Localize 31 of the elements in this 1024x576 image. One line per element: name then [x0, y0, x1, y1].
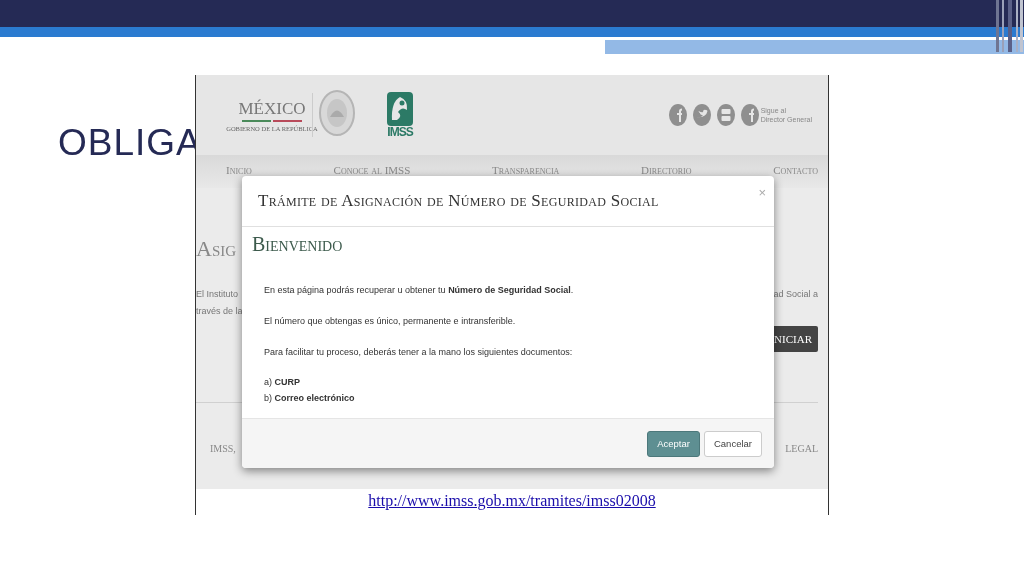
seal-icon: [319, 90, 355, 136]
page-link[interactable]: http://www.imss.gob.mx/tramites/imss02008: [368, 492, 656, 510]
footer-text: LEGAL: [785, 443, 818, 454]
twitter-icon[interactable]: [692, 104, 711, 126]
nav-link[interactable]: Contacto: [773, 164, 818, 176]
dialog-paragraph: Para facilitar tu proceso, deberás tener a la mano los siguientes documentos:: [264, 346, 574, 359]
nav-link[interactable]: Conoce al IMSS: [333, 164, 411, 176]
accept-button[interactable]: Aceptar: [647, 430, 700, 457]
facebook-icon[interactable]: [740, 104, 759, 126]
dialog-title: Trámite de Asignación de Número de Seguridad Social: [258, 191, 659, 211]
cancel-button[interactable]: Cancelar: [703, 430, 762, 457]
eagle-logo-icon: [387, 92, 413, 126]
welcome-heading: Bienvenido: [252, 233, 344, 256]
stripes-decoration: [994, 0, 1024, 52]
document-item: b) Correo electrónico: [264, 392, 356, 405]
intro-text: ad Social a: [773, 288, 818, 301]
intro-text: El Instituto: [196, 288, 240, 301]
dialog-paragraph: En esta página podrás recuperar u obtener tu Número de Seguridad Social.: [264, 284, 575, 297]
brand-name: MÉXICO: [238, 98, 306, 119]
footer-text: IMSS,: [210, 443, 236, 454]
slide-title: OBLIGA: [58, 122, 202, 164]
document-item: a) CURP: [264, 376, 302, 389]
nav-link[interactable]: Inicio: [226, 164, 252, 176]
intro-text: través de la: [196, 305, 243, 318]
nav-link[interactable]: Directorio: [641, 164, 692, 176]
close-button[interactable]: ×: [758, 185, 766, 200]
logo-text: IMSS: [387, 126, 413, 138]
facebook-icon[interactable]: [668, 104, 687, 126]
page-heading: Asig: [196, 236, 237, 262]
nav-link[interactable]: Transparencia: [492, 164, 560, 176]
dialog-paragraph: El número que obtengas es único, permanente e intransferible.: [264, 315, 517, 328]
